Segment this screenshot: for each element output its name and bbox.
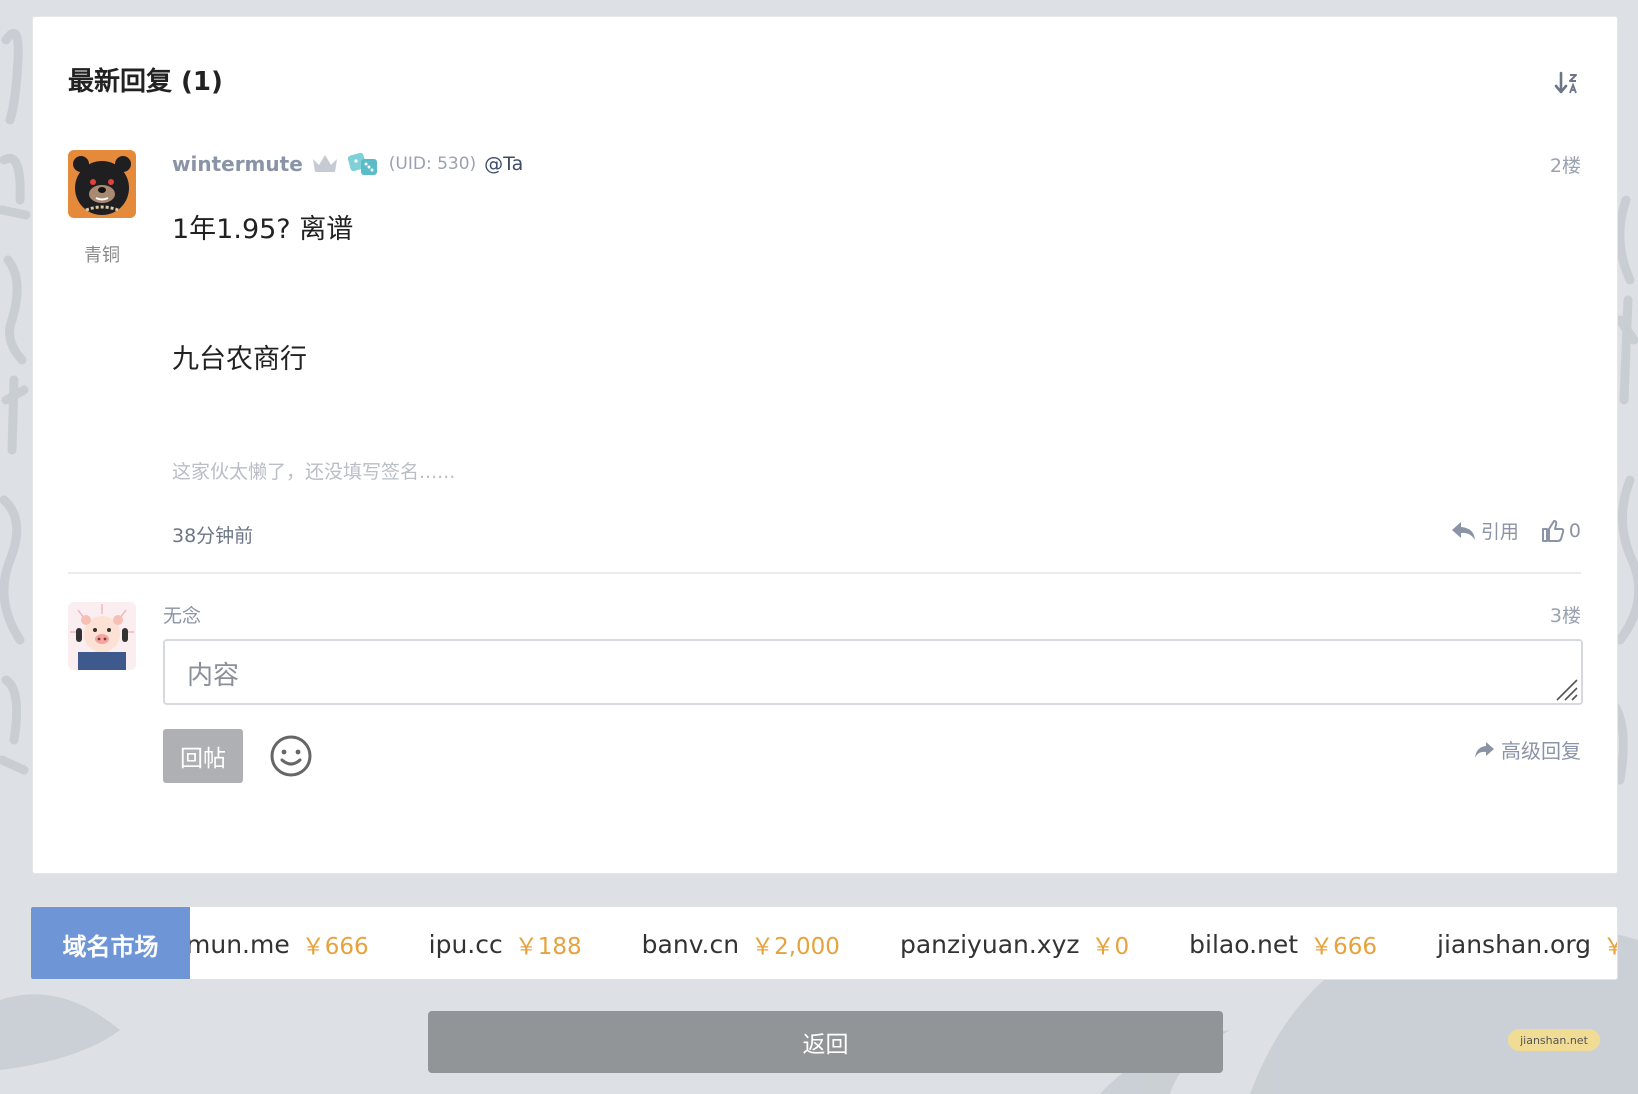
dice-icon	[347, 152, 377, 175]
quote-button[interactable]: 引用	[1451, 517, 1519, 544]
thumbs-up-icon	[1541, 519, 1565, 542]
advanced-reply-label: 高级回复	[1501, 739, 1581, 763]
domain-name: jianshan.org	[1437, 929, 1592, 959]
back-button[interactable]: 返回	[428, 1011, 1223, 1073]
floor-number: 2楼	[1549, 155, 1581, 177]
domain-name: ipu.cc	[428, 929, 503, 959]
mention-link[interactable]: @Ta	[484, 153, 523, 175]
reply-icon	[1451, 521, 1475, 540]
current-username: 无念	[163, 605, 202, 627]
domain-market-bar: 域名市场 mun.me ￥666 ipu.cc ￥188 banv.cn ￥2,…	[30, 906, 1618, 980]
avatar[interactable]	[68, 150, 136, 218]
domain-price: ￥2,000	[751, 934, 840, 960]
domain-item[interactable]: ipu.cc ￥188	[429, 927, 582, 961]
crown-icon	[312, 155, 337, 172]
domain-item[interactable]: banv.cn ￥2,000	[642, 927, 840, 961]
submit-reply-button[interactable]: 回帖	[163, 729, 243, 783]
bear-avatar-icon	[68, 150, 136, 218]
domain-name: mun.me	[186, 929, 290, 959]
domain-item[interactable]: mun.me ￥666	[186, 927, 369, 961]
post-timestamp: 38分钟前	[172, 525, 254, 547]
share-icon	[1475, 741, 1494, 758]
watermark: jianshan.net	[1508, 1029, 1600, 1051]
sort-icon[interactable]	[1553, 69, 1581, 97]
section-title: 最新回复 (1)	[68, 67, 223, 97]
post-actions: 引用 0	[1451, 517, 1581, 544]
domain-market-label: 域名市场	[31, 907, 190, 979]
domain-name: banv.cn	[641, 929, 740, 959]
quote-label: 引用	[1480, 521, 1519, 543]
replies-card: 最新回复 (1) 青铜 wintermute (UID: 530) @Ta 2楼…	[32, 16, 1618, 874]
current-user-avatar	[68, 602, 136, 670]
advanced-reply-link[interactable]: 高级回复	[1473, 735, 1581, 764]
user-rank: 青铜	[84, 245, 120, 266]
post-username[interactable]: wintermute	[172, 152, 303, 176]
post-content-line: 九台农商行	[172, 344, 307, 375]
domain-price: ￥0	[1603, 927, 1617, 961]
domain-item[interactable]: bilao.net ￥666	[1189, 927, 1377, 961]
emoji-icon[interactable]	[268, 733, 314, 779]
divider	[68, 572, 1581, 574]
domain-price: ￥0	[1091, 934, 1130, 960]
domain-price: ￥666	[1310, 934, 1377, 960]
like-button[interactable]: 0	[1541, 519, 1581, 543]
user-signature: 这家伙太懒了，还没填写签名......	[172, 461, 456, 483]
domain-market-track: mun.me ￥666 ipu.cc ￥188 banv.cn ￥2,000 p…	[186, 907, 1617, 979]
domain-price: ￥188	[514, 934, 582, 960]
post-meta: wintermute (UID: 530) @Ta	[172, 147, 523, 181]
pig-avatar-icon	[68, 602, 136, 670]
domain-item[interactable]: jianshan.org ￥0	[1437, 927, 1617, 961]
next-floor-number: 3楼	[1549, 605, 1581, 627]
post-content-line: 1年1.95? 离谱	[172, 214, 354, 245]
reply-input[interactable]	[163, 639, 1583, 705]
domain-name: panziyuan.xyz	[899, 929, 1080, 959]
domain-item[interactable]: panziyuan.xyz ￥0	[900, 927, 1129, 961]
like-count: 0	[1568, 519, 1581, 542]
domain-name: bilao.net	[1189, 929, 1299, 959]
user-uid: (UID: 530)	[388, 154, 477, 174]
domain-price: ￥666	[301, 934, 369, 960]
